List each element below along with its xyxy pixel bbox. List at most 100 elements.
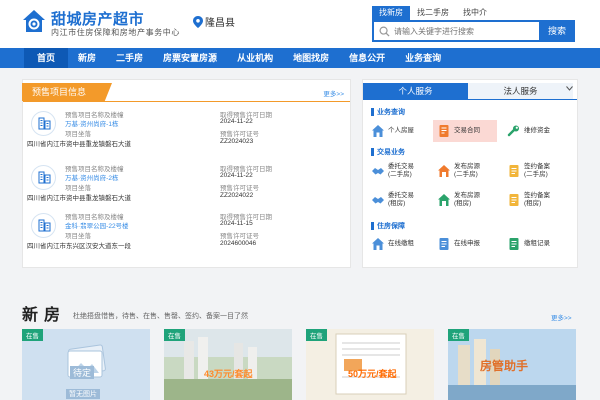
section-marker — [371, 108, 374, 116]
service-label: 委托交易 (二手房) — [388, 163, 414, 178]
section-marker — [371, 148, 374, 156]
nav-agencies[interactable]: 从业机构 — [227, 48, 283, 68]
publish-house-icon — [438, 165, 450, 177]
nav-home[interactable]: 首页 — [24, 48, 69, 68]
location-selector[interactable]: 隆昌县 — [193, 14, 235, 29]
document-icon — [509, 165, 519, 177]
project-location: 四川省内江市资中县重龙镇磐石大道 — [27, 141, 131, 148]
search-icon — [379, 26, 390, 37]
service-item-entrust-secondhand[interactable]: 委托交易 (二手房) — [367, 160, 431, 182]
presale-divider — [23, 101, 350, 102]
document-icon — [509, 194, 519, 206]
section-marker — [371, 222, 374, 230]
chevron-down-icon[interactable] — [566, 86, 573, 91]
new-home-card[interactable]: 在售 50万元/套起 — [306, 329, 434, 400]
project-name[interactable]: 万基·资州尚府-2栋 — [65, 172, 118, 182]
section-heading-new-homes: 新房 — [22, 307, 67, 324]
project-location: 四川省内江市资中县重龙镇磐石大道 — [27, 195, 131, 202]
site-title[interactable]: 甜城房产超市 — [51, 8, 144, 29]
map-pin-icon — [193, 15, 203, 28]
nav-new-house[interactable]: 新房 — [68, 48, 106, 68]
house-icon — [372, 125, 384, 137]
price-overlay: 43万元/套起 — [204, 369, 253, 379]
house-logo-icon[interactable] — [22, 9, 46, 33]
status-badge: 在售 — [448, 329, 469, 341]
nav-map-search[interactable]: 地图找房 — [283, 48, 339, 68]
presale-title: 预售项目信息 — [22, 83, 112, 101]
project-location-label: 项目坐落 — [65, 233, 91, 240]
card-overlay-text: 待定 — [70, 366, 95, 379]
new-home-card[interactable]: 在售 待定 暂无图片 — [22, 329, 150, 400]
new-homes-more-link[interactable]: 更多>> — [551, 312, 572, 322]
search-input[interactable] — [394, 23, 534, 39]
service-item-entrust-rent[interactable]: 委托交易 (租房) — [367, 189, 431, 211]
service-label: 交易合同 — [454, 127, 480, 134]
permit-number-label: 预售许可证号 — [220, 185, 259, 192]
service-label: 缴租记录 — [524, 240, 550, 247]
tab-agency[interactable]: 找中介 — [456, 6, 494, 20]
service-item-maintenance-fund[interactable]: 维修资金 — [503, 120, 567, 142]
section-title-text: 住房保障 — [377, 223, 405, 230]
nav-business-query[interactable]: 业务查询 — [395, 48, 451, 68]
search-tabs: 找新房 找二手房 找中介 — [372, 6, 494, 20]
project-location-label: 项目坐落 — [65, 185, 91, 192]
new-home-card[interactable]: 在售 43万元/套起 — [164, 329, 292, 400]
main-nav: 首页 新房 二手房 房票安置房源 从业机构 地图找房 信息公开 业务查询 — [0, 48, 600, 68]
presale-item[interactable]: 预售项目名称及楼幢 万基·资州尚府-1栋 项目坐落 四川省内江市资中县重龙镇磐石… — [27, 109, 346, 161]
service-label: 委托交易 (租房) — [388, 192, 414, 207]
nav-second-hand[interactable]: 二手房 — [106, 48, 153, 68]
service-item-sign-secondhand[interactable]: 签约备案 (二手房) — [503, 160, 567, 182]
status-badge: 在售 — [22, 329, 43, 341]
permit-number: 2024600046 — [220, 240, 257, 247]
presale-more-link[interactable]: 更多>> — [323, 88, 344, 98]
service-item-publish-secondhand[interactable]: 发布房源 (二手房) — [433, 160, 497, 182]
presale-item[interactable]: 预售项目名称及楼幢 万基·资州尚府-2栋 项目坐落 四川省内江市资中县重龙镇磐石… — [27, 163, 346, 215]
tab-second-hand[interactable]: 找二手房 — [410, 6, 456, 20]
service-item-publish-rent[interactable]: 发布房源 (租房) — [433, 189, 497, 211]
search-button[interactable]: 搜索 — [539, 20, 575, 42]
service-item-contract[interactable]: 交易合同 — [433, 120, 497, 142]
service-item-sign-rent[interactable]: 签约备案 (租房) — [503, 189, 567, 211]
service-label: 在线缴租 — [388, 240, 414, 247]
service-item-pay-rent[interactable]: 在线缴租 — [367, 233, 431, 255]
service-label: 维修资金 — [524, 127, 550, 134]
permit-number: ZZ2024023 — [220, 138, 254, 145]
service-label: 在线申报 — [454, 240, 480, 247]
service-item-rent-records[interactable]: 缴租记录 — [503, 233, 567, 255]
tab-new-house[interactable]: 找新房 — [372, 6, 410, 20]
service-item-personal-house[interactable]: 个人房屋 — [367, 120, 431, 142]
tab-corporate-service[interactable]: 法人服务 — [468, 83, 573, 99]
service-item-online-apply[interactable]: 在线申报 — [433, 233, 497, 255]
permit-number: ZZ2024022 — [220, 192, 254, 199]
project-name[interactable]: 金科·翡翠公园-22号楼 — [65, 220, 129, 230]
section-subtitle: 杜绝捂盘惜售，待售、在售、售罄、签约、备案一目了然 — [73, 313, 248, 320]
section-title-text: 交易业务 — [377, 149, 405, 156]
tab-personal-service[interactable]: 个人服务 — [363, 83, 468, 99]
card-overlay-subtext: 暂无图片 — [66, 389, 100, 399]
section-title: 业务查询 — [371, 107, 405, 117]
site-subtitle: 内江市住房保障和房地产事务中心 — [51, 28, 180, 37]
section-title: 交易业务 — [371, 147, 405, 157]
project-name[interactable]: 万基·资州尚府-1栋 — [65, 118, 118, 128]
service-tabs: 个人服务 法人服务 — [363, 83, 577, 99]
permit-date: 2024-11-15 — [220, 220, 253, 227]
presale-item[interactable]: 预售项目名称及楼幢 金科·翡翠公园-22号楼 项目坐落 四川省内江市东兴区汉安大… — [27, 211, 346, 263]
permit-date: 2024-11-22 — [220, 118, 253, 125]
service-label: 发布房源 (租房) — [454, 192, 480, 207]
nav-public-info[interactable]: 信息公开 — [339, 48, 395, 68]
new-home-card[interactable]: 在售 房管助手 — [448, 329, 576, 400]
building-icon — [31, 213, 56, 238]
nav-resettlement[interactable]: 房票安置房源 — [153, 48, 227, 68]
service-label: 个人房屋 — [388, 127, 414, 134]
permit-number-label: 预售许可证号 — [220, 233, 259, 240]
search-box: 搜索 — [372, 20, 575, 42]
project-location: 四川省内江市东兴区汉安大道东一段 — [27, 243, 131, 250]
document-icon — [439, 238, 449, 250]
section-title: 住房保障 — [371, 221, 405, 231]
project-location-label: 项目坐落 — [65, 131, 91, 138]
records-icon — [509, 238, 519, 250]
brand-overlay: 房管助手 — [480, 359, 529, 373]
service-label: 签约备案 (二手房) — [524, 163, 550, 178]
status-badge: 在售 — [164, 329, 185, 341]
service-label: 发布房源 (二手房) — [454, 163, 480, 178]
